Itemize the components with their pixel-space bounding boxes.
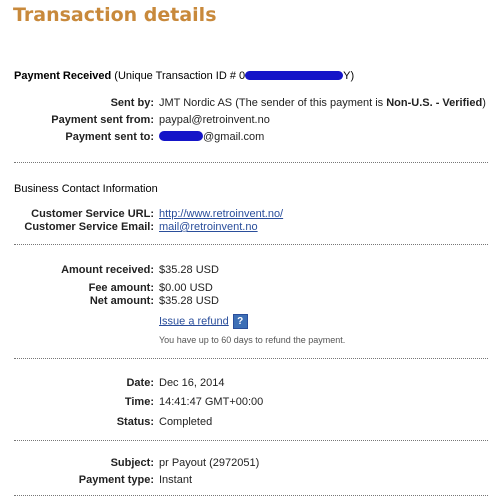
section-divider [14, 495, 488, 496]
transaction-id-redaction [245, 70, 344, 80]
transaction-id-suffix: Y) [343, 70, 355, 82]
sent-by-label: Sent by: [110, 97, 154, 109]
time-value: 14:41:47 GMT+00:00 [159, 396, 264, 408]
amount-received-label: Amount received: [61, 264, 154, 276]
payment-received-heading: Payment Received (Unique Transaction ID … [14, 70, 354, 82]
refund-row: Issue a refund? [159, 314, 248, 329]
sent-to-redaction [159, 131, 203, 142]
transaction-details-page: Transaction details Payment Received (Un… [0, 0, 493, 500]
issue-refund-link[interactable]: Issue a refund [159, 315, 229, 327]
customer-service-email-link[interactable]: mail@retroinvent.no [159, 221, 258, 233]
payment-received-label: Payment Received [14, 70, 112, 82]
fee-amount-label: Fee amount: [88, 282, 154, 294]
section-divider [14, 440, 488, 441]
customer-service-email-value: mail@retroinvent.no [159, 221, 258, 233]
status-value: Completed [159, 416, 213, 428]
section-divider [14, 244, 488, 245]
sent-from-value: paypal@retroinvent.no [159, 114, 270, 126]
amount-received-value: $35.28 USD [159, 264, 219, 276]
business-contact-heading: Business Contact Information [14, 183, 158, 195]
section-divider [14, 162, 488, 163]
sent-to-value: @gmail.com [159, 131, 264, 143]
sent-to-label: Payment sent to: [65, 131, 154, 143]
payment-type-value: Instant [159, 474, 193, 486]
payment-type-label: Payment type: [78, 474, 154, 486]
help-icon[interactable]: ? [232, 314, 248, 329]
transaction-id-prefix: (Unique Transaction ID # 0 [114, 70, 246, 82]
sent-by-value: JMT Nordic AS (The sender of this paymen… [159, 97, 486, 109]
customer-service-url-label: Customer Service URL: [31, 208, 154, 220]
net-amount-value: $35.28 USD [159, 295, 219, 307]
refund-note: You have up to 60 days to refund the pay… [159, 335, 346, 345]
status-label: Status: [116, 416, 154, 428]
sent-by-close: ) [482, 97, 486, 109]
sent-from-label: Payment sent from: [51, 114, 154, 126]
section-divider [14, 358, 488, 359]
fee-amount-value: $0.00 USD [159, 282, 213, 294]
sent-to-domain: @gmail.com [203, 131, 265, 143]
subject-label: Subject: [110, 457, 154, 469]
sender-verification-status: Non-U.S. - Verified [386, 97, 483, 109]
net-amount-label: Net amount: [89, 295, 154, 307]
time-label: Time: [124, 396, 154, 408]
date-label: Date: [126, 377, 154, 389]
date-value: Dec 16, 2014 [159, 377, 225, 389]
page-title: Transaction details [13, 4, 217, 26]
customer-service-url-value: http://www.retroinvent.no/ [159, 208, 283, 220]
customer-service-url-link[interactable]: http://www.retroinvent.no/ [159, 208, 283, 220]
customer-service-email-label: Customer Service Email: [24, 221, 154, 233]
sent-by-text: JMT Nordic AS (The sender of this paymen… [159, 97, 387, 109]
subject-value: pr Payout (2972051) [159, 457, 260, 469]
